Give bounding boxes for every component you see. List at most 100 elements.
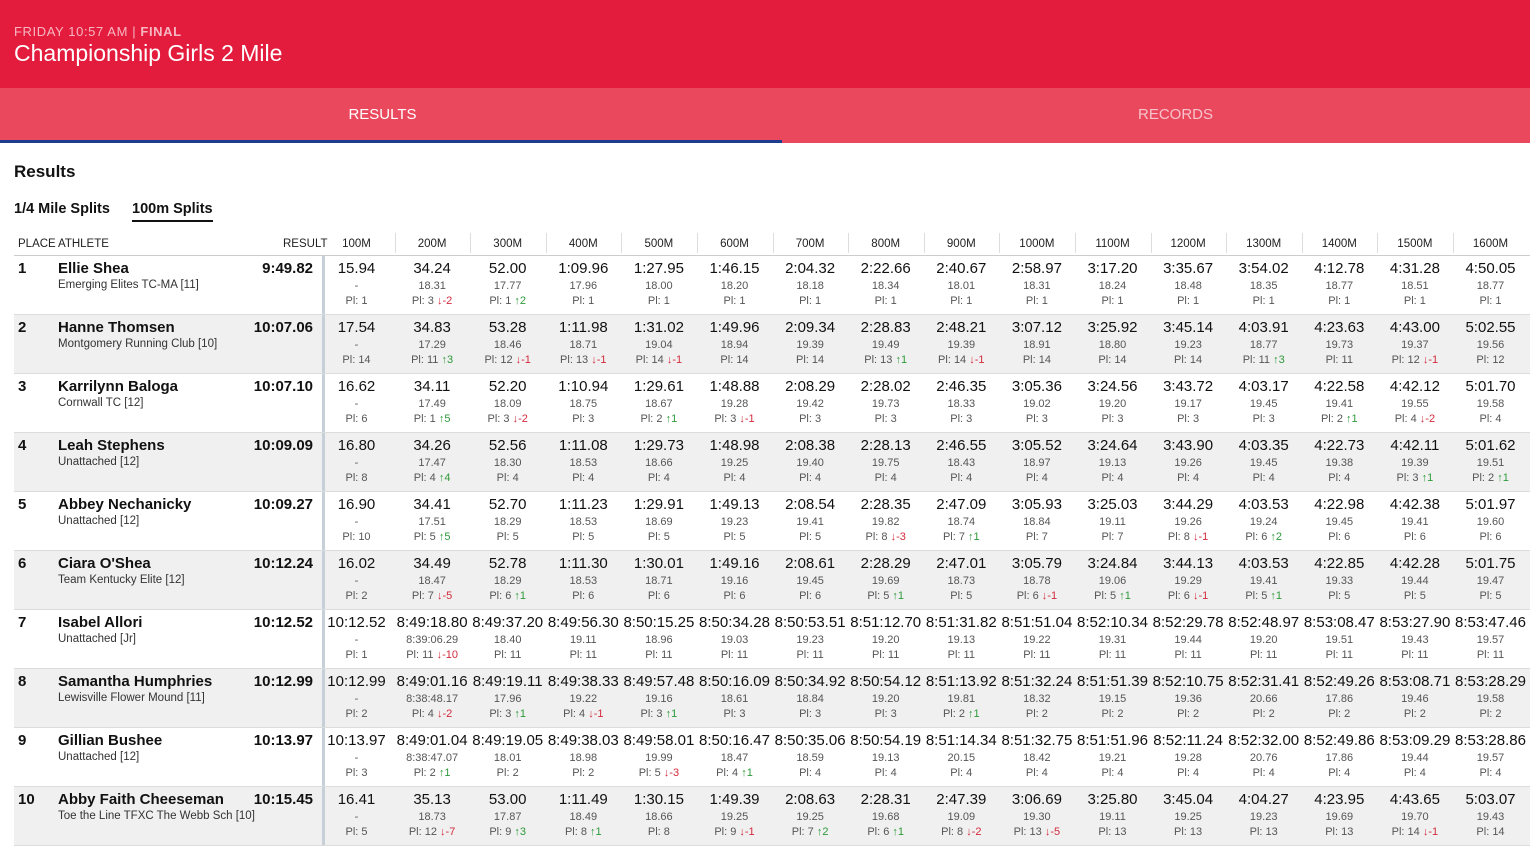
table-row[interactable]: 10 Abby Faith Cheeseman Toe the Line TFXC …: [14, 787, 1530, 846]
athlete-name[interactable]: Isabel Allori: [58, 614, 142, 631]
split-time: 8:52:32.00: [1228, 732, 1300, 749]
lap-time: -: [354, 516, 359, 528]
lap-time: 19.17: [1174, 398, 1202, 410]
split-place-label: Pl: 2: [413, 767, 436, 779]
athlete-name[interactable]: Abby Faith Cheeseman: [58, 791, 224, 808]
column-header-split: 300M: [493, 238, 523, 250]
athlete-team[interactable]: Montgomery Running Club [10]: [58, 338, 217, 350]
table-row[interactable]: 3 Karrilynn Baloga Cornwall TC [12] 10:07.1…: [14, 374, 1530, 433]
table-row[interactable]: 6 Ciara O'Shea Team Kentucky Elite [12] 10:…: [14, 551, 1530, 610]
lap-time: 18.73: [418, 811, 446, 823]
table-row[interactable]: 4 Leah Stephens Unattached [12] 10:09.09 16.…: [14, 433, 1530, 492]
athlete-team[interactable]: Unattached [12]: [58, 456, 139, 468]
athlete-name[interactable]: Samantha Humphries: [58, 673, 212, 690]
table-row[interactable]: 7 Isabel Allori Unattached [Jr] 10:12.52 10:…: [14, 610, 1530, 669]
split-place: Pl: 4: [470, 472, 545, 484]
lap-time: 18.77: [1249, 339, 1278, 351]
split-place: Pl: 4 ↑1: [697, 767, 772, 779]
split-time: 3:05.36: [1011, 378, 1062, 395]
split-place: Pl: 3 ↓-2: [470, 413, 545, 425]
place-number: 3: [18, 378, 27, 395]
split-cell: 8:50:53.51 19.23 Pl: 11: [773, 610, 848, 668]
tab-results[interactable]: RESULTS: [0, 88, 765, 140]
athlete-team[interactable]: Team Kentucky Elite [12]: [58, 574, 185, 586]
split-time: 1:49.13: [709, 496, 760, 513]
split-cell: 8:49:19.05 18.01 Pl: 2: [470, 728, 545, 786]
split-place-label: Pl: 4: [1403, 767, 1426, 779]
table-row[interactable]: 1 Ellie Shea Emerging Elites TC-MA [11] 9:4…: [14, 256, 1530, 315]
split-place-label: Pl: 2: [1328, 708, 1351, 720]
table-row[interactable]: 9 Gillian Bushee Unattached [12] 10:13.97 10…: [14, 728, 1530, 787]
split-place: Pl: 14: [319, 354, 394, 366]
split-place: Pl: 14 ↓-1: [621, 354, 696, 366]
split-place-label: Pl: 14: [1391, 826, 1420, 838]
split-time: 3:44.13: [1163, 555, 1214, 572]
split-cell: 8:53:27.90 19.43 Pl: 11: [1377, 610, 1452, 668]
split-place: Pl: 11: [1302, 354, 1377, 366]
split-time: 1:29.73: [633, 437, 684, 454]
split-cell: 34.24 18.31 Pl: 3 ↓-2: [395, 256, 470, 314]
split-time: 1:11.23: [558, 496, 608, 513]
place-up-indicator: ↑1: [1497, 472, 1509, 484]
lap-time: 19.30: [1023, 811, 1051, 823]
split-place: Pl: 4: [999, 767, 1074, 779]
athlete-name[interactable]: Gillian Bushee: [58, 732, 162, 749]
athlete-name[interactable]: Ciara O'Shea: [58, 555, 151, 572]
lap-time: 19.43: [1401, 634, 1429, 646]
split-place: Pl: 1: [621, 295, 696, 307]
athlete-name[interactable]: Leah Stephens: [58, 437, 165, 454]
split-cell: 1:49.39 19.25 Pl: 9 ↓-1: [697, 787, 772, 845]
athlete-name[interactable]: Ellie Shea: [58, 260, 129, 277]
table-row[interactable]: 2 Hanne Thomsen Montgomery Running Club [1…: [14, 315, 1530, 374]
split-place: Pl: 5 ↑1: [848, 590, 923, 602]
athlete-team[interactable]: Cornwall TC [12]: [58, 397, 143, 409]
athlete-name[interactable]: Karrilynn Baloga: [58, 378, 178, 395]
split-place: Pl: 8: [319, 472, 394, 484]
table-row[interactable]: 8 Samantha Humphries Lewisville Flower Mou…: [14, 669, 1530, 728]
split-cell: 52.70 18.29 Pl: 5: [470, 492, 545, 550]
split-place: Pl: 5: [773, 531, 848, 543]
split-place: Pl: 13 ↑1: [848, 354, 923, 366]
split-cell: 2:47.39 19.09 Pl: 8 ↓-2: [924, 787, 999, 845]
split-place: Pl: 3: [546, 413, 621, 425]
split-time: 2:28.02: [860, 378, 911, 395]
tab-records[interactable]: RECORDS: [765, 88, 1530, 140]
event-status: FINAL: [140, 24, 182, 39]
split-cell: 15.94 - Pl: 1: [319, 256, 394, 314]
athlete-name[interactable]: Hanne Thomsen: [58, 319, 175, 336]
athlete-team[interactable]: Unattached [12]: [58, 751, 139, 763]
place-number: 10: [18, 791, 35, 808]
athlete-team[interactable]: Unattached [12]: [58, 515, 139, 527]
split-cell: 53.00 17.87 Pl: 9 ↑3: [470, 787, 545, 845]
split-tab-quarter-mile[interactable]: 1/4 Mile Splits: [14, 201, 110, 220]
athlete-team[interactable]: Unattached [Jr]: [58, 633, 136, 645]
split-time: 3:24.84: [1087, 555, 1138, 572]
split-place: Pl: 8 ↓-1: [1151, 531, 1226, 543]
athlete-team[interactable]: Lewisville Flower Mound [11]: [58, 692, 205, 704]
event-header: FRIDAY 10:57 AM | FINAL Championship Gir…: [0, 0, 1530, 88]
split-cell: 16.90 - Pl: 10: [319, 492, 394, 550]
split-place: Pl: 1: [1075, 295, 1150, 307]
split-place: Pl: 3 ↑1: [621, 708, 696, 720]
athlete-name[interactable]: Abbey Nechanicky: [58, 496, 191, 513]
split-place: Pl: 4: [621, 472, 696, 484]
split-place-label: Pl: 4: [799, 767, 822, 779]
split-place: Pl: 1 ↑2: [470, 295, 545, 307]
split-place-label: Pl: 3: [799, 413, 822, 425]
split-time: 3:45.04: [1163, 791, 1214, 808]
split-place-label: Pl: 5: [572, 531, 595, 543]
split-time: 4:43.65: [1389, 791, 1440, 808]
split-place-label: Pl: 1: [1025, 295, 1048, 307]
place-number: 4: [18, 437, 27, 454]
split-cell: 8:53:28.29 19.58 Pl: 2: [1453, 669, 1528, 727]
split-time: 5:01.62: [1465, 437, 1516, 454]
table-row[interactable]: 5 Abbey Nechanicky Unattached [12] 10:09.27…: [14, 492, 1530, 551]
split-place: Pl: 3: [319, 767, 394, 779]
athlete-team[interactable]: Toe the Line TFXC The Webb Sch [10]: [58, 810, 255, 822]
split-time: 4:12.78: [1314, 260, 1365, 277]
athlete-team[interactable]: Emerging Elites TC-MA [11]: [58, 279, 199, 291]
event-title: Championship Girls 2 Mile: [14, 40, 283, 66]
split-time: 8:49:01.04: [396, 732, 468, 749]
split-cell: 8:52:49.86 17.86 Pl: 4: [1302, 728, 1377, 786]
split-tab-100m[interactable]: 100m Splits: [132, 201, 213, 222]
